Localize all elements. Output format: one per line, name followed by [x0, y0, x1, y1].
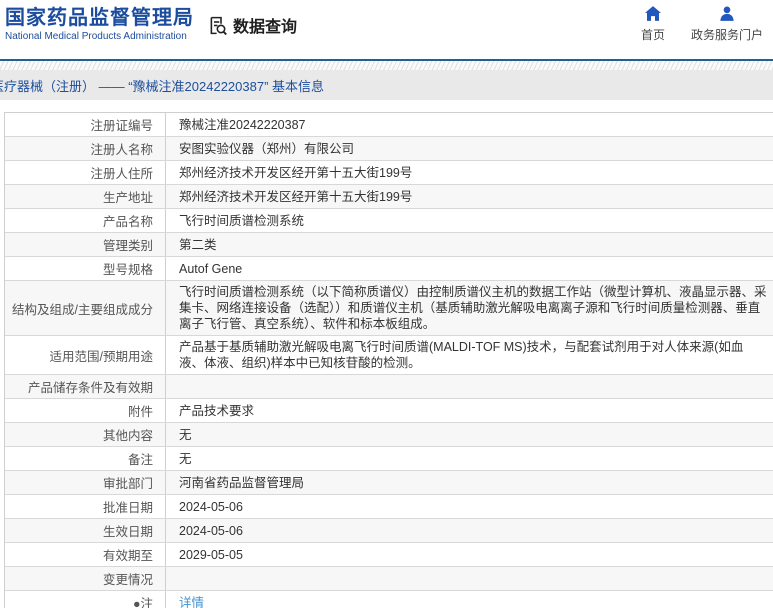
table-row: 结构及组成/主要组成成分 飞行时间质谱检测系统（以下简称质谱仪）由控制质谱仪主机的… — [5, 281, 773, 336]
nmpa-logo[interactable]: 国家药品监督管理局 National Medical Products Admi… — [5, 6, 194, 43]
row-label: 生效日期 — [5, 519, 166, 542]
row-value: 安图实验仪器（郑州）有限公司 — [179, 141, 355, 156]
home-icon — [644, 6, 661, 21]
table-row: ●注 详情 — [5, 591, 773, 608]
table-row: 变更情况 — [5, 567, 773, 591]
detail-link[interactable]: 详情 — [179, 595, 204, 608]
user-icon — [719, 6, 735, 21]
row-label: 变更情况 — [5, 567, 166, 590]
row-label: 型号规格 — [5, 257, 166, 280]
table-wrap: 注册证编号 豫械注准20242220387 注册人名称 安图实验仪器（郑州）有限公司注… — [4, 112, 773, 608]
row-value — [166, 567, 773, 590]
row-label: 生产地址 — [5, 185, 166, 208]
table-row: 管理类别 第二类 — [5, 233, 773, 257]
breadcrumb-band: 医疗器械（注册） —— “豫械注准20242220387” 基本信息 — [0, 70, 773, 100]
row-label: 有效期至 — [5, 543, 166, 566]
row-label: 批准日期 — [5, 495, 166, 518]
data-query-title[interactable]: 数据查询 — [207, 13, 297, 37]
row-value: 第二类 — [179, 237, 217, 252]
table-row: 适用范围/预期用途 产品基于基质辅助激光解吸电离飞行时间质谱(MALDI-TOF … — [5, 336, 773, 375]
row-label: 管理类别 — [5, 233, 166, 256]
row-label: 注册人住所 — [5, 161, 166, 184]
page: 国家药品监督管理局 National Medical Products Admi… — [0, 0, 773, 608]
row-value: 郑州经济技术开发区经开第十五大街199号 — [179, 189, 413, 204]
table-row: 型号规格 Autof Gene — [5, 257, 773, 281]
row-label: 产品名称 — [5, 209, 166, 232]
table-row: 注册人名称 安图实验仪器（郑州）有限公司 — [5, 137, 773, 161]
nav-home[interactable]: 首页 — [641, 6, 665, 43]
row-value: 豫械注准20242220387 — [179, 117, 306, 132]
table-row: 注册人住所 郑州经济技术开发区经开第十五大街199号 — [5, 161, 773, 185]
table-row: 生产地址 郑州经济技术开发区经开第十五大街199号 — [5, 185, 773, 209]
table-row: 生效日期 2024-05-06 — [5, 519, 773, 543]
table-row: 注册证编号 豫械注准20242220387 — [5, 113, 773, 137]
table-row: 其他内容无 — [5, 423, 773, 447]
logo-subtitle: National Medical Products Administration — [5, 31, 187, 42]
row-value: 无 — [179, 427, 192, 442]
nav-home-label: 首页 — [640, 28, 665, 42]
data-query-icon — [207, 15, 228, 36]
row-value: 郑州经济技术开发区经开第十五大街199号 — [179, 165, 413, 180]
row-label: 注册证编号 — [5, 113, 166, 136]
row-value: Autof Gene — [179, 261, 243, 276]
row-label: 其他内容 — [5, 423, 166, 446]
table-row: 备注无 — [5, 447, 773, 471]
row-label: ●注 — [5, 591, 166, 608]
row-value: 2024-05-06 — [179, 499, 243, 514]
table-row: 批准日期 2024-05-06 — [5, 495, 773, 519]
breadcrumb: 医疗器械（注册） —— “豫械注准20242220387” 基本信息 — [0, 78, 325, 94]
row-value: 河南省药品监督管理局 — [179, 475, 305, 490]
nav-gov-portal-label: 政务服务门户 — [690, 28, 763, 42]
row-label: 审批部门 — [5, 471, 166, 494]
table-row: 产品储存条件及有效期 — [5, 375, 773, 399]
row-value: 详情 — [166, 591, 773, 608]
data-query-label: 数据查询 — [233, 19, 298, 36]
row-label: 附件 — [5, 399, 166, 422]
row-value: 产品基于基质辅助激光解吸电离飞行时间质谱(MALDI-TOF MS)技术，与配套… — [179, 340, 744, 370]
row-value: 飞行时间质谱检测系统（以下简称质谱仪）由控制质谱仪主机的数据工作站（微型计算机、… — [179, 285, 767, 331]
table-row: 附件 产品技术要求 — [5, 399, 773, 423]
hatch-strip — [0, 61, 773, 70]
table-row: 产品名称 飞行时间质谱检测系统 — [5, 209, 773, 233]
row-value — [166, 375, 773, 398]
row-value: 2024-05-06 — [179, 523, 243, 538]
logo-title: 国家药品监督管理局 — [5, 7, 194, 29]
row-value: 无 — [179, 451, 192, 466]
row-value: 飞行时间质谱检测系统 — [179, 213, 305, 228]
table-row: 有效期至 2029-05-05 — [5, 543, 773, 567]
row-label: 适用范围/预期用途 — [5, 336, 166, 374]
nav-gov-portal[interactable]: 政务服务门户 — [691, 6, 763, 43]
top-nav: 首页 政务服务门户 — [641, 6, 763, 43]
row-value: 2029-05-05 — [179, 547, 243, 562]
row-value: 产品技术要求 — [179, 403, 255, 418]
detail-table: 注册证编号 豫械注准20242220387 注册人名称 安图实验仪器（郑州）有限公司注… — [4, 112, 773, 608]
row-label: 注册人名称 — [5, 137, 166, 160]
table-row: 审批部门 河南省药品监督管理局 — [5, 471, 773, 495]
row-label: 结构及组成/主要组成成分 — [5, 281, 166, 335]
top-header: 国家药品监督管理局 National Medical Products Admi… — [0, 0, 773, 59]
row-label: 产品储存条件及有效期 — [5, 375, 166, 398]
row-label: 备注 — [5, 447, 166, 470]
